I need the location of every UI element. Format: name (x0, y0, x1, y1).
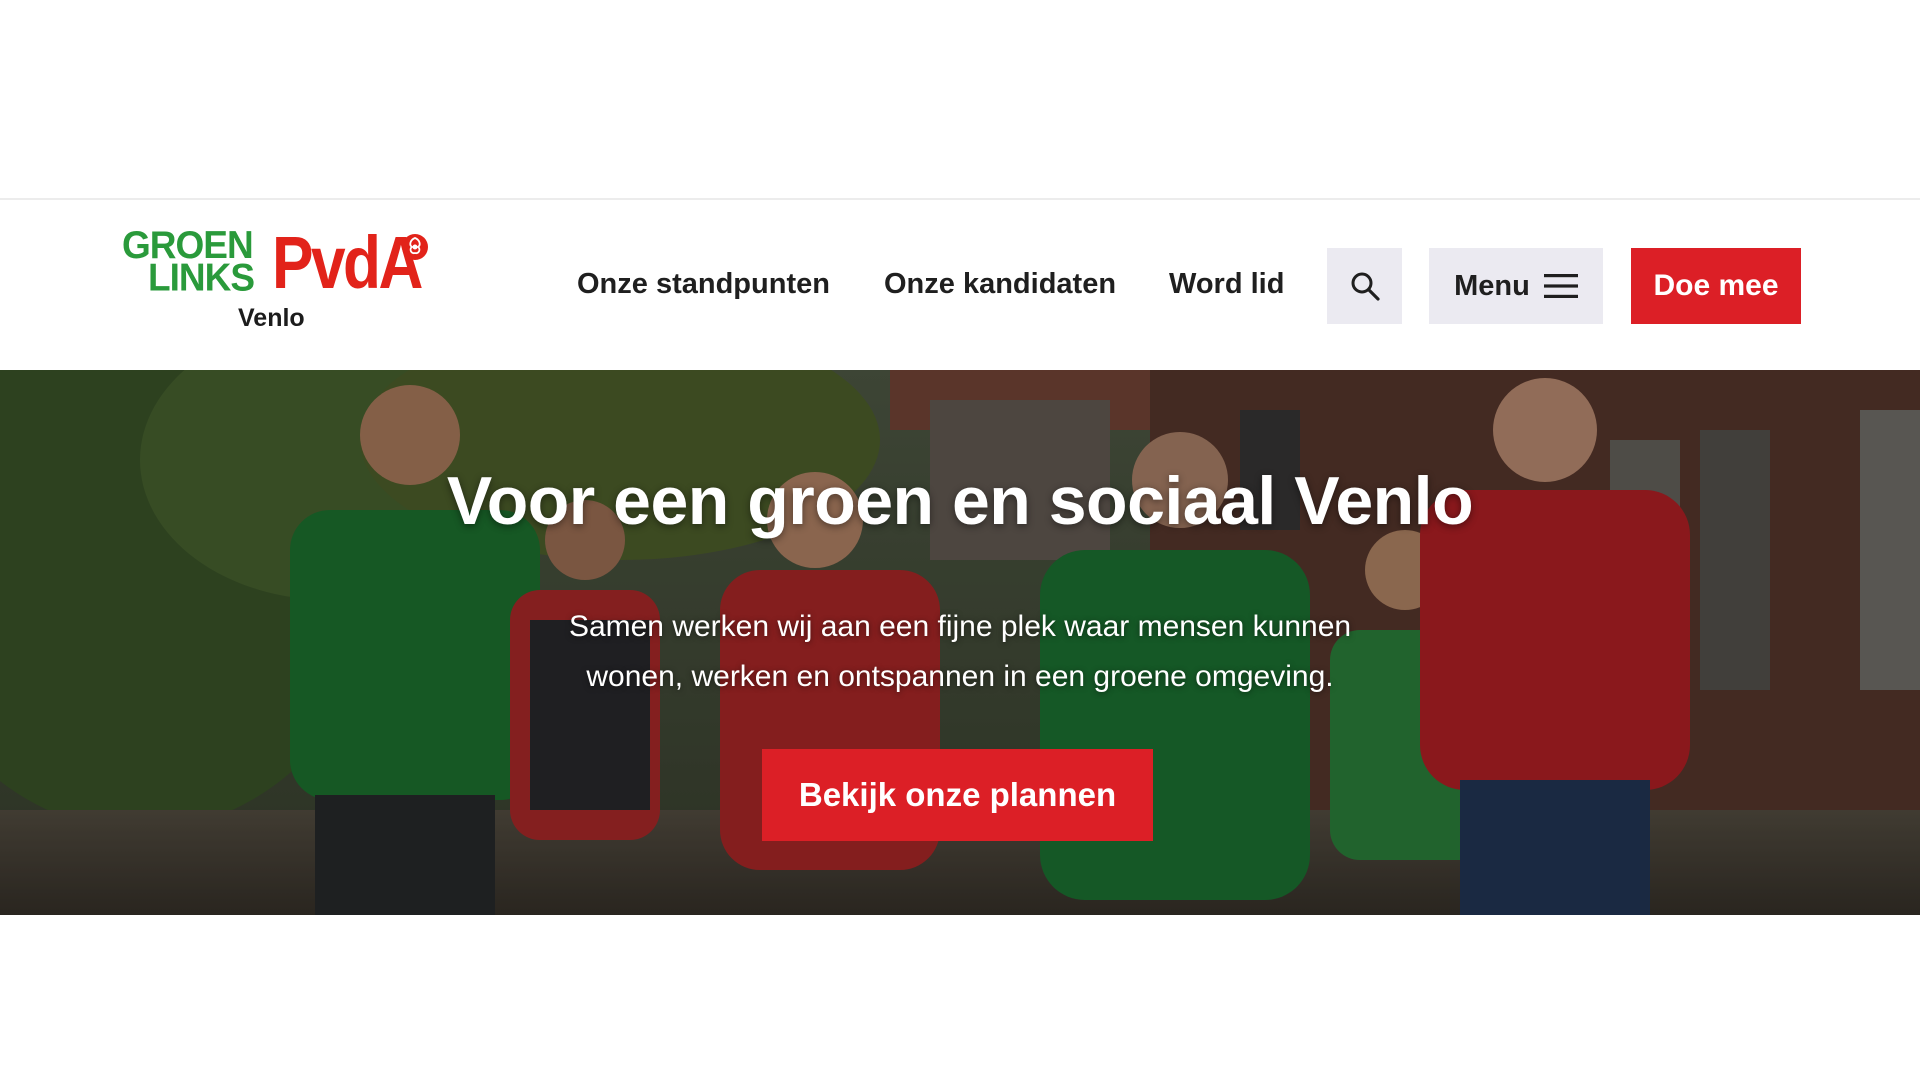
hero-subtitle: Samen werken wij aan een fijne plek waar… (460, 602, 1460, 702)
logo-link[interactable]: GROEN LINKS PvdA Venlo (122, 221, 432, 340)
logo-pvda-text: PvdA (272, 221, 423, 304)
bekijk-plannen-button[interactable]: Bekijk onze plannen (762, 749, 1153, 841)
logo-city-text: Venlo (238, 304, 305, 332)
doe-mee-button[interactable]: Doe mee (1631, 248, 1801, 324)
site-header: GROEN LINKS PvdA Venlo Onze standpunten … (0, 200, 1920, 370)
hero-subtitle-line-2: wonen, werken en ontspannen in een groen… (586, 660, 1334, 693)
nav-link-word-lid[interactable]: Word lid (1169, 268, 1284, 301)
menu-button[interactable]: Menu (1429, 248, 1603, 324)
bottom-blank-area (0, 915, 1920, 1080)
hero-section: Voor een groen en sociaal Venlo Samen we… (0, 370, 1920, 915)
hamburger-icon (1543, 274, 1578, 298)
menu-label: Menu (1454, 269, 1530, 302)
page: GROEN LINKS PvdA Venlo Onze standpunten … (0, 0, 1920, 1080)
search-icon (1351, 272, 1380, 301)
nav-link-kandidaten[interactable]: Onze kandidaten (884, 268, 1116, 301)
nav-link-standpunten[interactable]: Onze standpunten (577, 268, 830, 301)
hero-subtitle-line-1: Samen werken wij aan een fijne plek waar… (568, 610, 1352, 643)
hero-title: Voor een groen en sociaal Venlo (446, 463, 1474, 539)
rose-icon (402, 234, 428, 260)
search-button[interactable] (1327, 248, 1402, 324)
top-blank-area (0, 0, 1920, 200)
groenlinks-wordmark: GROEN LINKS (122, 225, 255, 296)
